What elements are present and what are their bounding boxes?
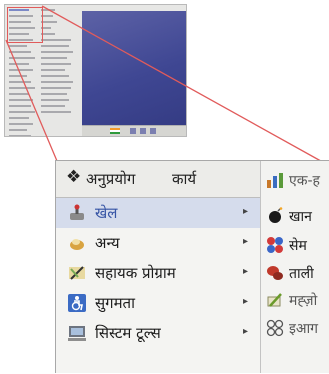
chevron-right-icon: ▸ bbox=[242, 296, 248, 307]
menu-item-label: अन्य bbox=[95, 234, 120, 252]
menu-actions[interactable]: कार्य bbox=[172, 169, 196, 189]
submenu-item-label: एक-ह bbox=[289, 172, 320, 189]
chevron-right-icon: ▸ bbox=[242, 206, 248, 217]
gnome-foot-icon: ❖ bbox=[66, 167, 82, 187]
submenu-item[interactable]: एक-ह bbox=[261, 165, 329, 195]
rings-icon bbox=[265, 318, 285, 338]
accessories-icon bbox=[67, 263, 87, 283]
menubar: ❖ अनुप्रयोग कार्य bbox=[56, 161, 260, 197]
balls-icon bbox=[265, 235, 285, 255]
zoomed-menu-view: ❖ अनुप्रयोग कार्य खेल ▸ अन्य ▸ सहायक प्र… bbox=[55, 160, 329, 373]
chevron-right-icon: ▸ bbox=[242, 326, 248, 337]
accessibility-icon bbox=[67, 293, 87, 313]
submenu-item[interactable]: इआग bbox=[261, 313, 329, 343]
submenu-item[interactable]: सेम bbox=[261, 230, 329, 260]
menu-item-games[interactable]: खेल ▸ bbox=[56, 198, 260, 228]
other-icon bbox=[67, 233, 87, 253]
dice-icon bbox=[265, 263, 285, 283]
submenu-item-label: मह्ज़ो bbox=[289, 292, 318, 309]
submenu-item-label: खान bbox=[289, 208, 312, 225]
submenu-item[interactable]: खान bbox=[261, 201, 329, 231]
menu-item-system-tools[interactable]: सिस्टम टूल्स ▸ bbox=[56, 318, 260, 348]
applications-menu: खेल ▸ अन्य ▸ सहायक प्रोग्राम ▸ सुगमता ▸ … bbox=[56, 197, 260, 373]
submenu-item[interactable]: ताली bbox=[261, 258, 329, 288]
menu-applications[interactable]: अनुप्रयोग bbox=[86, 169, 135, 189]
menu-item-label: सुगमता bbox=[95, 294, 135, 312]
chevron-right-icon: ▸ bbox=[242, 236, 248, 247]
menu-item-label: खेल bbox=[95, 204, 118, 222]
menu-item-label: सहायक प्रोग्राम bbox=[95, 264, 176, 282]
bars-icon bbox=[265, 170, 285, 190]
menu-item-accessibility[interactable]: सुगमता ▸ bbox=[56, 288, 260, 318]
menu-item-other[interactable]: अन्य ▸ bbox=[56, 228, 260, 258]
submenu-item-label: ताली bbox=[289, 265, 314, 282]
games-icon bbox=[67, 203, 87, 223]
menu-item-label: सिस्टम टूल्स bbox=[95, 324, 161, 342]
mine-icon bbox=[265, 206, 285, 226]
games-submenu: एक-ह खान सेम ताली मह्ज़ो इआग bbox=[260, 161, 329, 373]
menu-item-accessories[interactable]: सहायक प्रोग्राम ▸ bbox=[56, 258, 260, 288]
submenu-item-label: इआग bbox=[289, 320, 319, 337]
chevron-right-icon: ▸ bbox=[242, 266, 248, 277]
tiles-icon bbox=[265, 290, 285, 310]
system-tools-icon bbox=[67, 323, 87, 343]
submenu-item-label: सेम bbox=[289, 237, 307, 254]
submenu-item[interactable]: मह्ज़ो bbox=[261, 285, 329, 315]
